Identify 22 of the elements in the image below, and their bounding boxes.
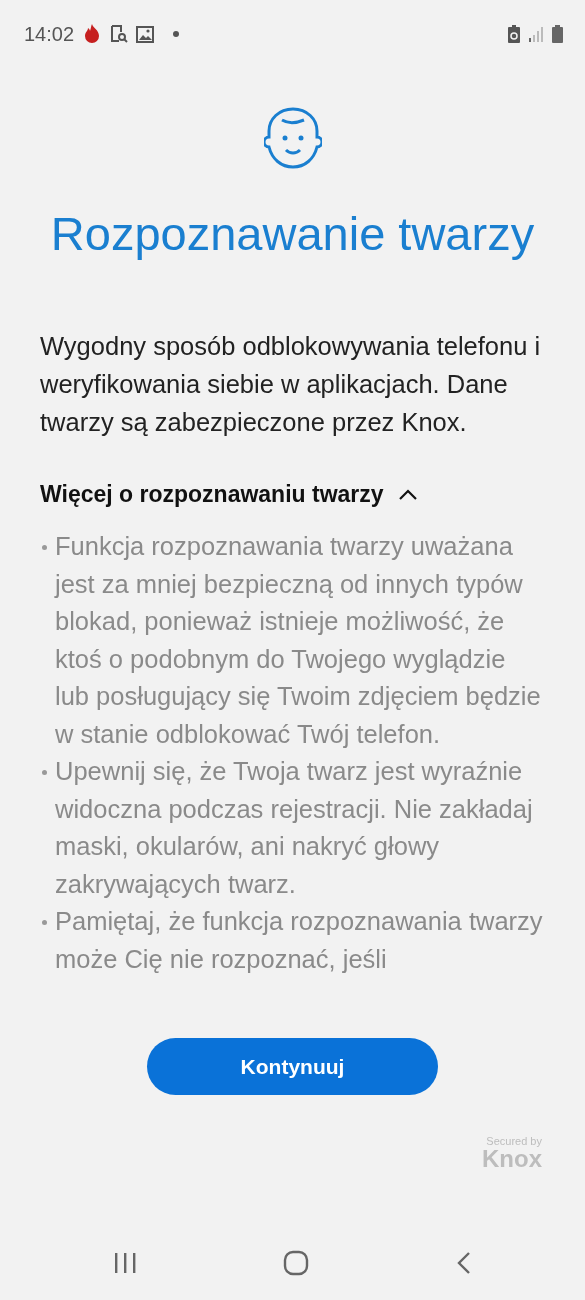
recent-apps-icon[interactable]: [113, 1251, 138, 1274]
bullet-text: Funkcja rozpoznawania twarzy uważana jest za mniej bezpieczną od innych typów blokad, ponieważ istnieje możliwość, że ktoś o podobnym do Twojego wyglądzie lub posługujący się Twoim zdjęciem będzie w stanie odblokować Twój telefon.: [55, 531, 542, 750]
home-icon[interactable]: [283, 1249, 310, 1276]
bullet-icon: [42, 770, 47, 775]
battery-saver-icon: [508, 25, 520, 43]
status-time: 14:02: [24, 22, 75, 46]
bullet-icon: [42, 920, 47, 925]
bullet-text: Pamiętaj, że funkcja rozpoznawania twarzy może Cię nie rozpoznać, jeśli: [55, 906, 544, 975]
image-icon: [136, 25, 155, 43]
more-info-toggle[interactable]: Więcej o rozpoznawaniu twarzy: [40, 481, 418, 508]
description-text: Wygodny sposób odblokowywania telefonu i weryfikowania siebie w aplikacjach. Dane twarzy są zabezpieczone przez Knox.: [40, 331, 542, 438]
bullet-text: Upewnij się, że Twoja twarz jest wyraźnie widoczna podczas rejestracji. Nie zakładaj maski, okularów, ani nakryć głowy zakrywających twarz.: [55, 756, 534, 900]
bullet-icon: [42, 545, 47, 550]
chevron-icon: [397, 488, 418, 501]
page-title: Rozpoznawanie twarzy: [49, 206, 536, 261]
continue-button[interactable]: Kontynuuj: [147, 1038, 438, 1095]
notification-dot-icon: [172, 30, 181, 38]
signal-icon: [528, 26, 544, 42]
back-icon[interactable]: [455, 1250, 472, 1275]
face-icon: [263, 106, 322, 170]
document-search-icon: [110, 24, 129, 44]
battery-icon: [552, 25, 563, 43]
